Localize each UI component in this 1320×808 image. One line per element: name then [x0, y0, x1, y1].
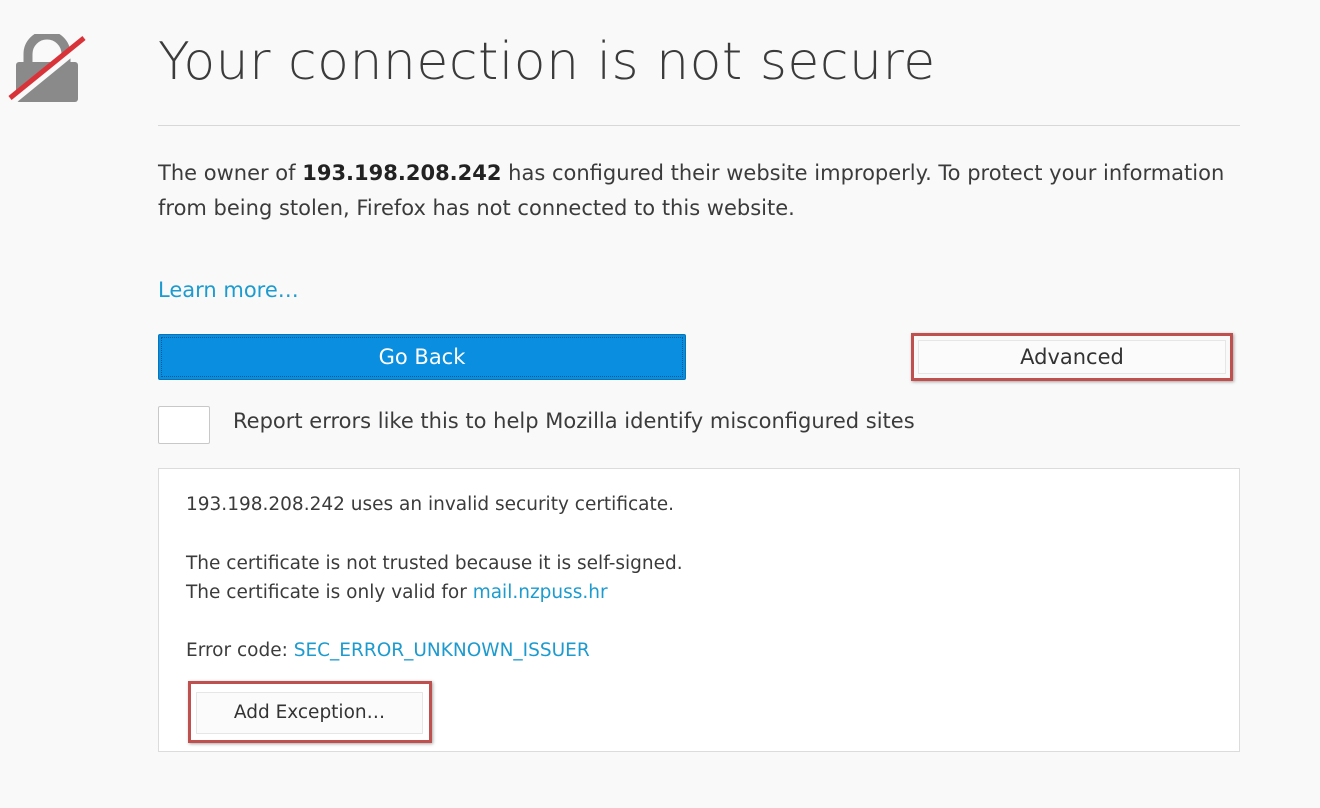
intro-host: 193.198.208.242 — [302, 161, 502, 185]
error-page: Your connection is not secure The owner … — [0, 0, 1320, 808]
advanced-button[interactable]: Advanced — [918, 340, 1226, 374]
go-back-button[interactable]: Go Back — [158, 334, 686, 380]
valid-for-prefix: The certificate is only valid for — [186, 582, 473, 603]
intro-text: The owner of 193.198.208.242 has configu… — [158, 156, 1240, 226]
learn-more-link[interactable]: Learn more… — [158, 278, 299, 302]
error-code-prefix: Error code: — [186, 640, 294, 661]
add-exception-button[interactable]: Add Exception… — [196, 692, 423, 734]
report-errors-label: Report errors like this to help Mozilla … — [233, 409, 915, 433]
page-title: Your connection is not secure — [158, 32, 936, 92]
valid-for-host-link[interactable]: mail.nzpuss.hr — [473, 582, 608, 603]
intro-prefix: The owner of — [158, 161, 303, 185]
broken-lock-icon — [7, 34, 88, 106]
error-code-link[interactable]: SEC_ERROR_UNKNOWN_ISSUER — [294, 640, 590, 661]
invalid-cert-text: 193.198.208.242 uses an invalid security… — [186, 494, 675, 515]
valid-for-text: The certificate is only valid for mail.n… — [186, 582, 608, 603]
not-trusted-text: The certificate is not trusted because i… — [186, 553, 683, 574]
title-divider — [158, 125, 1240, 126]
report-errors-checkbox[interactable] — [158, 406, 210, 444]
error-code-text: Error code: SEC_ERROR_UNKNOWN_ISSUER — [186, 640, 590, 661]
